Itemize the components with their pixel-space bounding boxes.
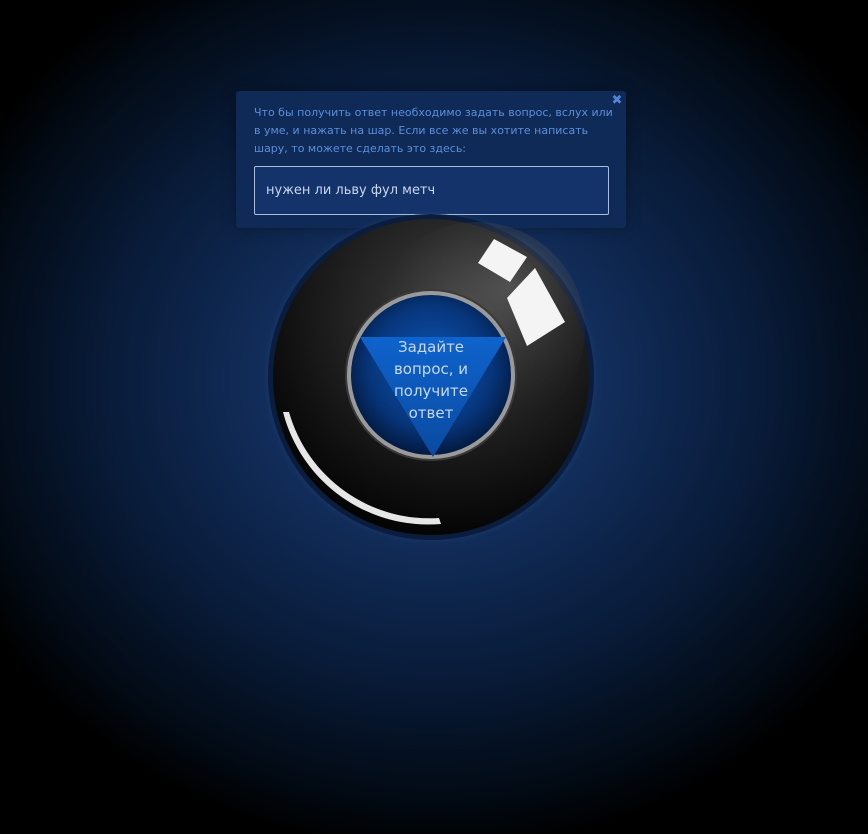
magic-8-ball[interactable]: Задайте вопрос, и получите ответ [263,212,599,548]
question-input[interactable] [254,166,609,215]
ball-label: Задайте вопрос, и получите ответ [393,338,469,422]
question-popup: Что бы получить ответ необходимо задать … [236,91,626,228]
close-icon[interactable]: ✖ [610,94,624,108]
popup-instruction-text: Что бы получить ответ необходимо задать … [254,106,613,155]
